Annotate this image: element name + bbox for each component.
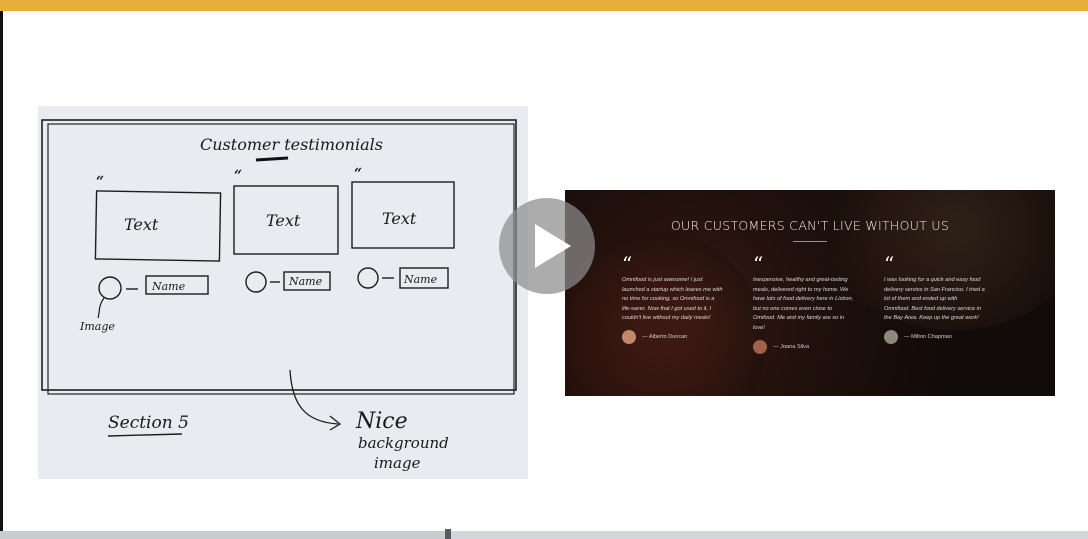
sketch-image-note: Image	[79, 320, 115, 333]
sketch-note-line-1: Nice	[355, 409, 408, 434]
quote-mark-icon: “	[753, 252, 764, 276]
heading-underline	[793, 241, 827, 242]
testimonial-2: “ Inexpensive, healthy and great-tasting…	[753, 252, 877, 354]
quote-mark-icon: “	[884, 252, 895, 276]
sketch-name-3: Name	[403, 273, 438, 286]
avatar	[884, 329, 898, 344]
sketch-box-text-2: Text	[266, 211, 301, 230]
sketch-note-line-2: background	[358, 434, 449, 452]
sketch-title: Customer testimonials	[200, 135, 383, 154]
testimonial-author: — Joana Silva	[753, 339, 877, 354]
quote-mark-icon: “	[622, 252, 633, 276]
play-button[interactable]	[499, 198, 595, 294]
sketch-name-1: Name	[151, 280, 186, 293]
testimonials-section-screenshot: OUR CUSTOMERS CAN'T LIVE WITHOUT US “ Om…	[565, 190, 1055, 396]
sketch-name-2: Name	[288, 275, 323, 288]
scrubber-handle[interactable]	[445, 529, 452, 539]
avatar	[622, 329, 636, 344]
testimonial-author: — Milton Chapman	[884, 329, 1008, 344]
video-progress-fill	[0, 531, 449, 539]
svg-text:“: “	[234, 168, 242, 184]
testimonial-text: Inexpensive, healthy and great-tasting m…	[753, 277, 854, 331]
avatar	[753, 339, 767, 354]
sketch-box-text-3: Text	[382, 209, 417, 228]
sketch-section-label: Section 5	[108, 413, 189, 433]
sketch-box-text-1: Text	[124, 215, 159, 234]
sketch-note-line-3: image	[374, 454, 421, 472]
svg-text:“: “	[354, 166, 362, 182]
testimonial-1: “ Omnifood is just awesome! I just launc…	[622, 252, 746, 344]
testimonial-text: Omnifood is just awesome! I just launche…	[622, 277, 723, 322]
top-banner-strip	[0, 0, 1088, 11]
testimonial-3: “ I was looking for a quick and easy foo…	[884, 252, 1008, 344]
left-edge-border	[0, 11, 3, 539]
testimonial-text: I was looking for a quick and easy food …	[884, 277, 985, 322]
section-heading: OUR CUSTOMERS CAN'T LIVE WITHOUT US	[670, 218, 950, 233]
sketch-drawing: Customer testimonials “ “ “ Text Text Te…	[38, 106, 528, 479]
svg-text:“: “	[96, 174, 104, 190]
play-icon	[535, 224, 571, 268]
wireframe-sketch-image: Customer testimonials “ “ “ Text Text Te…	[38, 106, 528, 479]
testimonial-author: — Alberto Duncan	[622, 329, 746, 344]
